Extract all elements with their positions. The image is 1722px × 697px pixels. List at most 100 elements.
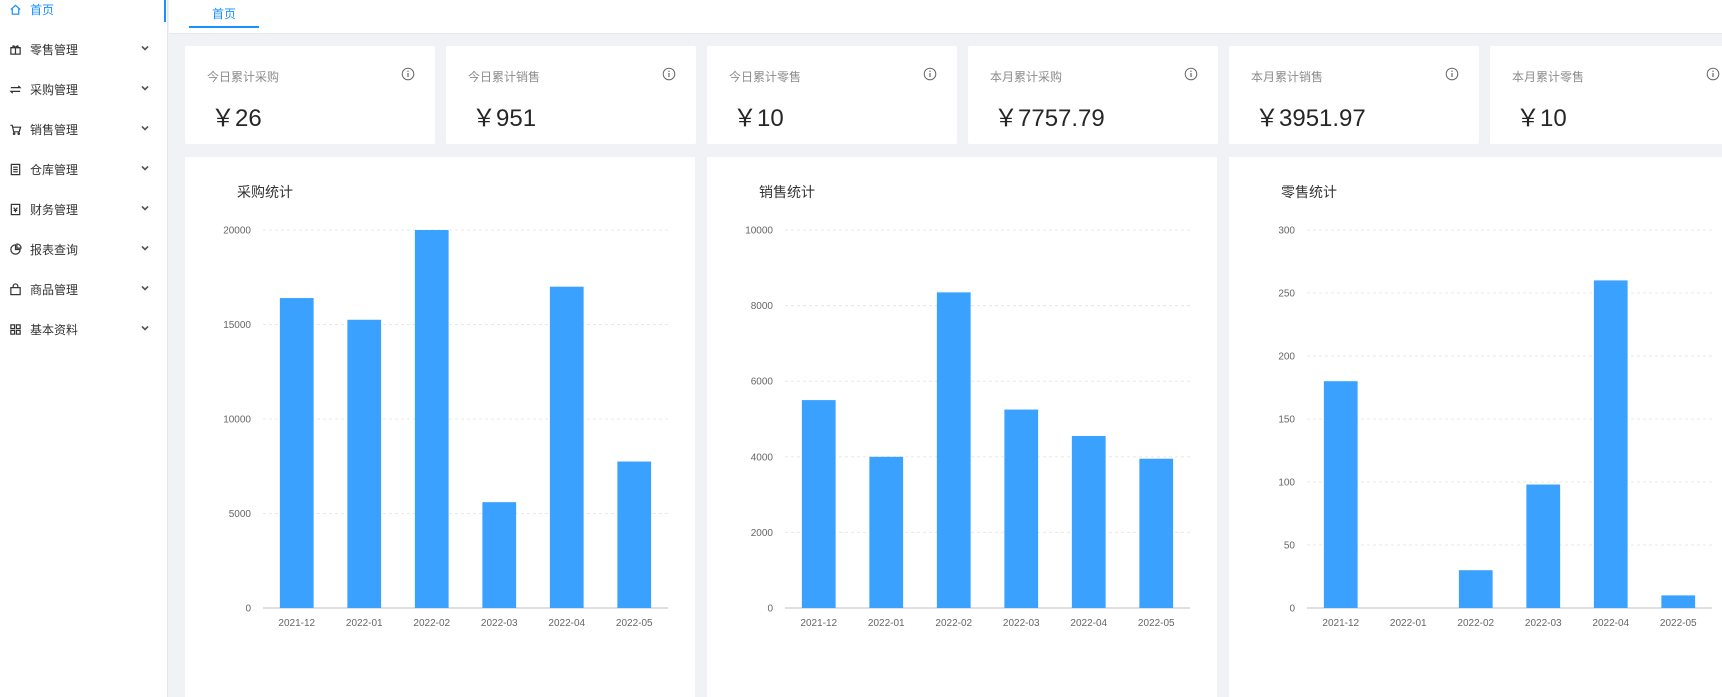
sidebar-item-label: 报表查询 — [30, 242, 79, 257]
stat-value: ￥3951.97 — [1255, 105, 1366, 132]
sidebar-item-4[interactable]: 仓库管理 — [0, 154, 166, 184]
chevron-down-icon — [140, 243, 150, 253]
y-tick-label: 100 — [1278, 478, 1295, 489]
sidebar: 首页零售管理采购管理销售管理仓库管理财务管理报表查询商品管理基本资料 — [0, 0, 168, 697]
stat-title: 本月累计零售 — [1512, 70, 1585, 84]
bar[interactable] — [279, 298, 314, 608]
chevron-down-icon — [140, 123, 150, 133]
stat-title: 本月累计销售 — [1251, 70, 1324, 84]
sidebar-item-7[interactable]: 商品管理 — [0, 274, 166, 304]
sidebar-item-label: 基本资料 — [30, 322, 79, 337]
y-tick-label: 20000 — [223, 226, 251, 237]
bar[interactable] — [801, 400, 836, 608]
x-tick-label: 2022-05 — [1660, 618, 1697, 629]
x-tick-label: 2022-02 — [1457, 618, 1494, 629]
bar[interactable] — [482, 502, 517, 608]
sidebar-item-8[interactable]: 基本资料 — [0, 314, 166, 344]
active-indicator — [164, 0, 166, 22]
sidebar-item-5[interactable]: 财务管理 — [0, 194, 166, 224]
x-tick-label: 2022-05 — [1138, 618, 1175, 629]
bar[interactable] — [936, 292, 971, 608]
y-tick-label: 0 — [767, 604, 773, 615]
x-tick-label: 2022-04 — [1592, 618, 1629, 629]
stat-card: 今日累计销售 ￥951 — [446, 46, 696, 144]
gift-icon — [8, 42, 22, 56]
stat-title: 本月累计采购 — [990, 70, 1063, 84]
warehouse-icon — [8, 162, 22, 176]
info-circle-icon[interactable] — [1184, 66, 1198, 81]
swap-icon — [8, 82, 22, 96]
bar[interactable] — [1004, 409, 1039, 608]
sidebar-item-0[interactable]: 首页 — [0, 0, 166, 24]
stat-title: 今日累计零售 — [729, 70, 802, 84]
bar[interactable] — [414, 230, 449, 608]
stat-card: 本月累计采购 ￥7757.79 — [968, 46, 1218, 144]
info-circle-icon[interactable] — [1706, 66, 1720, 81]
y-tick-label: 2000 — [751, 528, 774, 539]
x-tick-label: 2021-12 — [800, 618, 837, 629]
tab-bar: 首页 — [169, 0, 1722, 34]
y-tick-label: 150 — [1278, 415, 1295, 426]
x-tick-label: 2022-04 — [548, 618, 585, 629]
stat-value: ￥26 — [211, 105, 262, 132]
chart-panel: 销售统计 0 2000 4000 6000 8000 10000 2021-12 2022-01… — [707, 157, 1217, 697]
bar-chart: 0 2000 4000 6000 8000 10000 2021-12 2022-01 2022… — [745, 226, 1190, 629]
bar[interactable] — [1661, 595, 1696, 608]
chevron-down-icon — [140, 83, 150, 93]
y-tick-label: 300 — [1278, 226, 1295, 237]
chart-panel: 采购统计 0 5000 10000 15000 20000 2021-12 2022-01 20… — [185, 157, 695, 697]
chevron-down-icon — [140, 203, 150, 213]
info-circle-icon[interactable] — [662, 66, 676, 81]
info-circle-icon[interactable] — [401, 66, 415, 81]
x-tick-label: 2022-01 — [1390, 618, 1427, 629]
stat-title: 今日累计采购 — [207, 70, 280, 84]
y-tick-label: 10000 — [223, 415, 251, 426]
sidebar-item-1[interactable]: 零售管理 — [0, 34, 166, 64]
stat-card: 今日累计采购 ￥26 — [185, 46, 435, 144]
bar[interactable] — [1593, 280, 1628, 608]
bar[interactable] — [1458, 570, 1493, 608]
stat-value: ￥10 — [1516, 105, 1567, 132]
home-icon — [8, 2, 22, 16]
x-tick-label: 2022-03 — [1525, 618, 1562, 629]
sidebar-item-label: 零售管理 — [30, 42, 79, 57]
stat-card: 本月累计零售 ￥10 — [1490, 46, 1722, 144]
appstore-icon — [8, 322, 22, 336]
sidebar-item-label: 采购管理 — [30, 82, 79, 97]
stat-value: ￥7757.79 — [994, 105, 1105, 132]
y-tick-label: 5000 — [229, 509, 252, 520]
bar[interactable] — [1139, 458, 1174, 608]
bar[interactable] — [1323, 381, 1358, 608]
bar[interactable] — [617, 461, 652, 608]
chevron-down-icon — [140, 43, 150, 53]
y-tick-label: 10000 — [745, 226, 773, 237]
x-tick-label: 2021-12 — [1322, 618, 1359, 629]
info-circle-icon[interactable] — [1445, 66, 1459, 81]
x-tick-label: 2022-03 — [1003, 618, 1040, 629]
bar-chart: 0 50 100 150 200 250 300 2021-12 2022-01 2022-02 2… — [1278, 226, 1712, 629]
y-tick-label: 50 — [1284, 541, 1296, 552]
x-tick-label: 2022-03 — [481, 618, 518, 629]
sidebar-item-6[interactable]: 报表查询 — [0, 234, 166, 264]
x-tick-label: 2021-12 — [278, 618, 315, 629]
bar[interactable] — [1071, 436, 1106, 608]
sidebar-item-3[interactable]: 销售管理 — [0, 114, 166, 144]
bar[interactable] — [869, 456, 904, 608]
stat-card: 本月累计销售 ￥3951.97 — [1229, 46, 1479, 144]
bar[interactable] — [347, 319, 382, 608]
bar[interactable] — [549, 286, 584, 608]
sidebar-item-label: 商品管理 — [30, 282, 79, 297]
stat-title: 今日累计销售 — [468, 70, 541, 84]
tab-home[interactable]: 首页 — [189, 0, 259, 28]
x-tick-label: 2022-01 — [346, 618, 383, 629]
info-circle-icon[interactable] — [923, 66, 937, 81]
x-tick-label: 2022-02 — [935, 618, 972, 629]
y-tick-label: 200 — [1278, 352, 1295, 363]
sidebar-item-2[interactable]: 采购管理 — [0, 74, 166, 104]
sidebar-item-label: 销售管理 — [30, 122, 79, 137]
bar[interactable] — [1526, 484, 1561, 608]
chevron-down-icon — [140, 323, 150, 333]
y-tick-label: 6000 — [751, 377, 774, 388]
account-book-icon — [8, 202, 22, 216]
chevron-down-icon — [140, 283, 150, 293]
